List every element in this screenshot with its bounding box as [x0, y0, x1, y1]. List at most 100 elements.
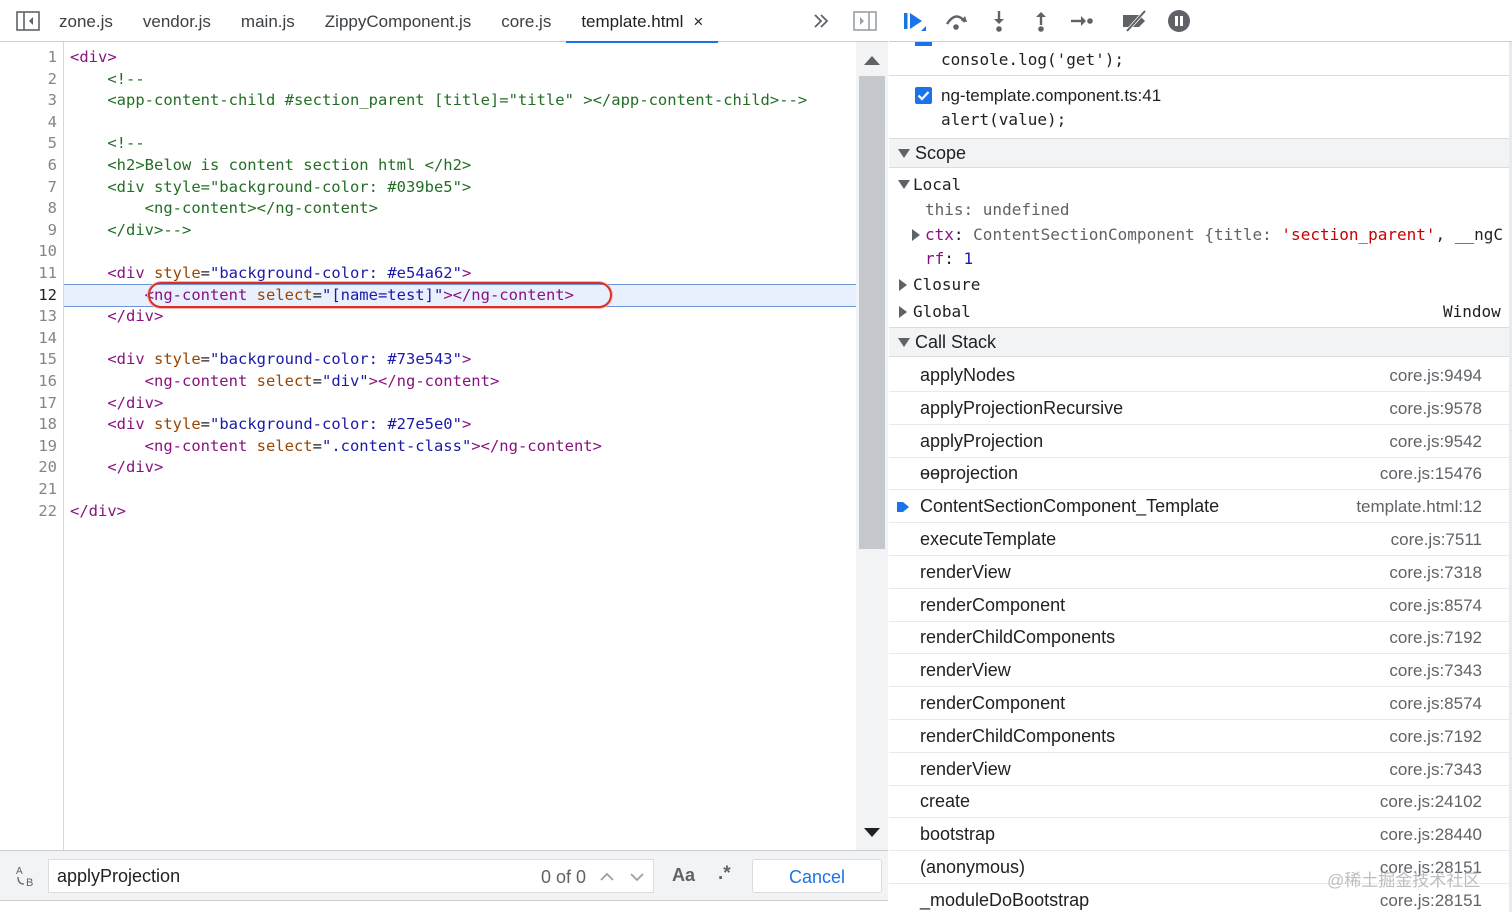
step-into-icon[interactable] — [986, 9, 1012, 33]
scroll-up-icon[interactable] — [864, 56, 880, 65]
call-stack-frame[interactable]: applyProjectionRecursive core.js:9578 — [889, 392, 1512, 425]
previous-match-icon[interactable] — [597, 867, 617, 887]
breakpoint-location[interactable]: ng-template.component.ts:41 — [941, 86, 1161, 106]
line-number[interactable]: 10 — [7, 241, 57, 263]
line-number[interactable]: 15 — [7, 349, 57, 371]
code-line: <!-- — [70, 69, 144, 91]
frame-location-link[interactable]: core.js:8574 — [1389, 694, 1482, 714]
call-stack-frame[interactable]: renderChildComponents core.js:7192 — [889, 720, 1512, 753]
tab-file[interactable]: core.js — [486, 0, 566, 42]
call-stack-frame[interactable]: renderView core.js:7343 — [889, 753, 1512, 786]
line-number[interactable]: 20 — [7, 457, 57, 479]
call-stack-frame[interactable]: renderView core.js:7343 — [889, 654, 1512, 688]
line-number[interactable]: 18 — [7, 414, 57, 436]
next-match-icon[interactable] — [627, 867, 647, 887]
cancel-button[interactable]: Cancel — [752, 859, 882, 893]
line-number[interactable]: 3 — [7, 90, 57, 112]
call-stack-frame[interactable]: ContentSectionComponent_Template template… — [889, 490, 1512, 524]
line-number[interactable]: 2 — [7, 69, 57, 91]
call-stack-frame[interactable]: renderChildComponents core.js:7192 — [889, 621, 1512, 655]
scope-var-ctx[interactable]: ctx: ContentSectionComponent {title: 'se… — [925, 223, 1503, 247]
close-tab-icon[interactable]: × — [693, 12, 703, 31]
line-number[interactable]: 13 — [7, 306, 57, 328]
toggle-navigator-icon[interactable] — [16, 10, 40, 32]
deactivate-breakpoints-icon[interactable] — [1121, 9, 1147, 33]
tab-file[interactable]: zone.js — [44, 0, 128, 42]
frame-location-link[interactable]: core.js:24102 — [1380, 792, 1482, 812]
editor-scrollbar-thumb[interactable] — [859, 76, 885, 549]
line-number[interactable]: 1 — [7, 47, 57, 69]
scope-section-header[interactable]: Scope — [889, 138, 1512, 168]
line-number[interactable]: 12 — [7, 285, 57, 307]
code-token: = — [312, 436, 322, 455]
resume-icon[interactable] — [901, 9, 927, 33]
line-number[interactable]: 22 — [7, 501, 57, 523]
call-stack-frame[interactable]: renderComponent core.js:8574 — [889, 687, 1512, 720]
call-stack-frame[interactable]: renderComponent core.js:8574 — [889, 589, 1512, 622]
regex-button[interactable]: .* — [718, 863, 731, 885]
expand-triangle-icon[interactable] — [912, 229, 920, 241]
call-stack-frame[interactable]: applyProjection core.js:9542 — [889, 425, 1512, 458]
tab-file[interactable]: main.js — [226, 0, 310, 42]
call-stack-frame[interactable]: ɵɵprojection core.js:15476 — [889, 457, 1512, 491]
frame-location-link[interactable]: core.js:7192 — [1389, 727, 1482, 747]
line-number[interactable]: 5 — [7, 133, 57, 155]
scope-closure-label[interactable]: Closure — [913, 273, 980, 297]
frame-location-link[interactable]: core.js:7343 — [1389, 661, 1482, 681]
line-number[interactable]: 6 — [7, 155, 57, 177]
expand-triangle-icon[interactable] — [899, 279, 907, 291]
code-token: <div — [70, 350, 154, 369]
expand-triangle-icon[interactable] — [898, 180, 910, 189]
frame-location-link[interactable]: core.js:28440 — [1380, 825, 1482, 845]
call-stack-frame[interactable]: bootstrap core.js:28440 — [889, 818, 1512, 852]
frame-location-link[interactable]: template.html:12 — [1356, 497, 1482, 517]
line-number[interactable]: 11 — [7, 263, 57, 285]
frame-location-link[interactable]: core.js:7343 — [1389, 760, 1482, 780]
tab-file[interactable]: vendor.js — [128, 0, 226, 42]
line-number-gutter[interactable]: 1 2 3 4 5 6 7 8 9 10 11 12 13 14 15 16 17 18 19 20 21 22 — [0, 42, 64, 850]
expand-triangle-icon[interactable] — [899, 306, 907, 318]
line-number[interactable]: 9 — [7, 220, 57, 242]
frame-location-link[interactable]: core.js:7511 — [1391, 530, 1482, 550]
frame-location-link[interactable]: core.js:9494 — [1389, 366, 1482, 386]
frame-location-link[interactable]: core.js:8574 — [1389, 596, 1482, 616]
scroll-down-icon[interactable] — [864, 828, 880, 837]
line-number[interactable]: 19 — [7, 436, 57, 458]
more-tabs-icon[interactable] — [810, 11, 834, 33]
pause-on-exceptions-icon[interactable] — [1166, 9, 1192, 33]
call-stack-frame[interactable]: executeTemplate core.js:7511 — [889, 523, 1512, 556]
toggle-debugger-icon[interactable] — [853, 10, 877, 32]
frame-location-link[interactable]: core.js:9578 — [1389, 399, 1482, 419]
tab-active[interactable]: template.html × — [566, 0, 719, 43]
line-number[interactable]: 8 — [7, 198, 57, 220]
scope-local-label[interactable]: Local — [913, 173, 961, 197]
search-input[interactable] — [57, 860, 527, 892]
line-number[interactable]: 7 — [7, 177, 57, 199]
line-number[interactable]: 4 — [7, 112, 57, 134]
match-case-button[interactable]: Aa — [672, 865, 695, 886]
code-token: <h2>Below is content section html </h2> — [70, 156, 472, 174]
step-out-icon[interactable] — [1028, 9, 1054, 33]
line-number[interactable]: 17 — [7, 393, 57, 415]
editor-scrollbar[interactable] — [856, 42, 888, 850]
tab-file[interactable]: ZippyComponent.js — [310, 0, 486, 42]
frame-location-link[interactable]: core.js:7318 — [1389, 563, 1482, 583]
call-stack-frame[interactable]: renderView core.js:7318 — [889, 556, 1512, 589]
scope-global-label[interactable]: Global — [913, 300, 971, 324]
call-stack-frame[interactable]: applyNodes core.js:9494 — [889, 359, 1512, 392]
line-number[interactable]: 21 — [7, 479, 57, 501]
replace-toggle-icon[interactable]: AB — [14, 863, 40, 889]
breakpoint-checkbox[interactable] — [915, 87, 932, 104]
call-stack-section-header[interactable]: Call Stack — [889, 327, 1512, 357]
step-over-icon[interactable] — [943, 9, 969, 33]
line-number[interactable]: 16 — [7, 371, 57, 393]
code-editor[interactable]: 1 2 3 4 5 6 7 8 9 10 11 12 13 14 15 16 17 18 19 20 21 22 <div… — [0, 42, 888, 850]
frame-location-link[interactable]: core.js:28151 — [1380, 891, 1482, 911]
call-stack-frame[interactable]: create core.js:24102 — [889, 785, 1512, 819]
frame-location-link[interactable]: core.js:7192 — [1389, 628, 1482, 648]
line-number[interactable]: 14 — [7, 328, 57, 350]
step-icon[interactable] — [1069, 9, 1095, 33]
frame-location-link[interactable]: core.js:9542 — [1389, 432, 1482, 452]
code-area[interactable]: <div> <!-- <app-content-child #section_p… — [64, 42, 856, 850]
frame-location-link[interactable]: core.js:15476 — [1380, 464, 1482, 484]
